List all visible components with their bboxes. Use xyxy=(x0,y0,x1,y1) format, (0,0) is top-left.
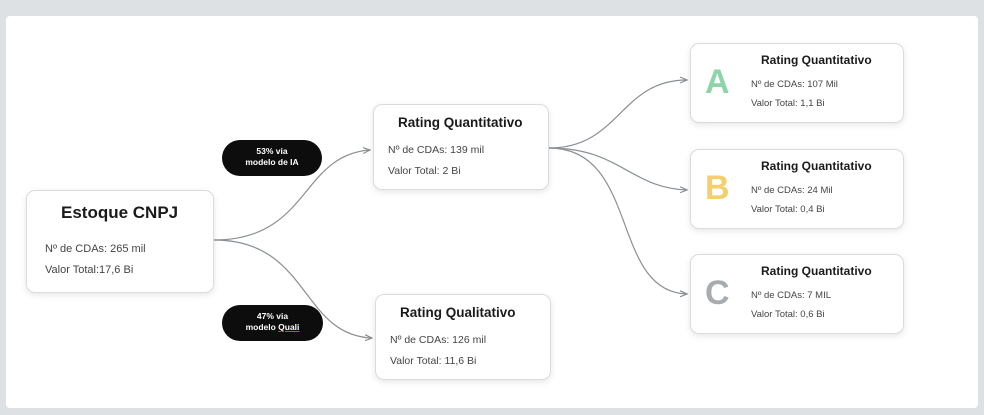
leaf-valor: Valor Total: 1,1 Bi xyxy=(751,98,825,109)
rating-letter-c: C xyxy=(705,274,730,312)
node-title: Rating Qualitativo xyxy=(400,305,516,320)
pill-line-1: 47% via xyxy=(256,311,289,321)
pill-line-2-prefix: modelo xyxy=(245,322,279,332)
leaf-cdas: Nº de CDAs: 107 Mil xyxy=(751,79,838,90)
leaf-rating-c: C Rating Quantitativo Nº de CDAs: 7 MIL … xyxy=(690,254,904,334)
leaf-cdas: Nº de CDAs: 7 MIL xyxy=(751,290,832,301)
split-label-ia: 53% via modelo de IA xyxy=(222,140,322,176)
rating-letter-b: B xyxy=(705,169,730,207)
node-cdas: Nº de CDAs: 139 mil xyxy=(388,144,485,156)
leaf-valor: Valor Total: 0,6 Bi xyxy=(751,309,825,320)
leaf-rating-b: B Rating Quantitativo Nº de CDAs: 24 Mil… xyxy=(690,149,904,229)
node-cdas: Nº de CDAs: 265 mil xyxy=(45,243,146,255)
node-cdas: Nº de CDAs: 126 mil xyxy=(390,334,487,346)
rating-letter-a: A xyxy=(705,63,730,101)
leaf-title: Rating Quantitativo xyxy=(761,53,872,67)
node-valor: Valor Total: 2 Bi xyxy=(388,165,461,177)
node-title: Estoque CNPJ xyxy=(61,203,179,222)
edge-quant-to-b xyxy=(548,147,687,190)
node-valor: Valor Total:17,6 Bi xyxy=(45,264,134,276)
node-rating-quantitativo: Rating Quantitativo Nº de CDAs: 139 mil … xyxy=(373,104,549,190)
pill-line-2-word: Quali xyxy=(278,322,300,332)
leaf-title: Rating Quantitativo xyxy=(761,264,872,278)
leaf-rating-a: A Rating Quantitativo Nº de CDAs: 107 Mi… xyxy=(690,43,904,123)
node-rating-qualitativo: Rating Qualitativo Nº de CDAs: 126 mil V… xyxy=(375,294,551,380)
leaf-valor: Valor Total: 0,4 Bi xyxy=(751,204,825,215)
node-valor: Valor Total: 11,6 Bi xyxy=(390,355,477,367)
node-title: Rating Quantitativo xyxy=(398,115,523,130)
split-label-quali: 47% via modelo Quali xyxy=(222,305,323,341)
edge-quant-to-c xyxy=(548,147,687,294)
edge-quant-to-a xyxy=(548,80,687,149)
pill-line-2: modelo Quali xyxy=(222,322,323,333)
pill-line-1: 53% via xyxy=(256,146,288,156)
leaf-title: Rating Quantitativo xyxy=(761,159,872,173)
leaf-cdas: Nº de CDAs: 24 Mil xyxy=(751,185,833,196)
pill-line-2: modelo de IA xyxy=(245,157,299,167)
node-estoque-cnpj: Estoque CNPJ Nº de CDAs: 265 mil Valor T… xyxy=(26,190,214,293)
